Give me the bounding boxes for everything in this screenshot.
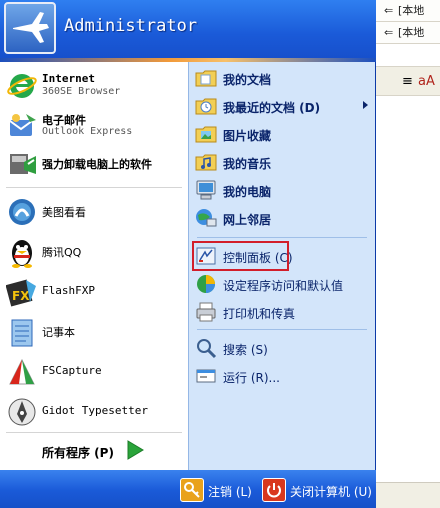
program-defaults-item[interactable]: 设定程序访问和默认值: [189, 270, 376, 298]
back-arrow-icon: ⇐: [384, 4, 394, 17]
uninstaller-icon: [10, 154, 36, 174]
fscapture-icon: [9, 358, 35, 385]
typesetter-icon: [8, 398, 36, 426]
recent-fscapture[interactable]: FSCapture: [0, 352, 188, 392]
control-panel-item[interactable]: 控制面板 (C): [189, 241, 376, 271]
airplane-icon: [13, 12, 49, 43]
font-icon[interactable]: aA: [418, 74, 435, 89]
ie-icon: [7, 74, 37, 98]
run-icon: [196, 369, 216, 383]
recent-flashfxp[interactable]: FX FlashFXP: [0, 272, 188, 312]
outlook-icon: [9, 114, 36, 136]
recent-qq[interactable]: 腾讯QQ: [0, 232, 188, 272]
recent-typesetter[interactable]: Gidot Typesetter: [0, 392, 188, 432]
user-header: Administrator: [0, 0, 376, 58]
submenu-arrow-icon: [363, 101, 368, 109]
pinned-email[interactable]: 电子邮件 Outlook Express: [0, 106, 188, 146]
place-my-music[interactable]: 我的音乐: [189, 148, 376, 176]
network-places-icon: [196, 209, 217, 227]
programs-pane: Internet 360SE Browser 电子邮件 Outlook Expr…: [0, 62, 188, 470]
my-music-icon: [195, 154, 217, 171]
place-my-documents[interactable]: 我的文档: [189, 64, 376, 92]
meitu-icon: [9, 199, 35, 225]
format-icon[interactable]: ≡: [402, 74, 413, 89]
place-my-computer[interactable]: 我的电脑: [189, 176, 376, 204]
my-pictures-icon: [195, 126, 217, 143]
printers-item[interactable]: 打印机和传真: [189, 298, 376, 326]
pinned-internet[interactable]: Internet 360SE Browser: [0, 66, 188, 106]
my-computer-icon: [196, 180, 216, 200]
all-programs-button[interactable]: 所有程序 (P): [0, 432, 188, 470]
recent-notepad[interactable]: 记事本: [0, 312, 188, 352]
svg-text:FX: FX: [12, 289, 30, 303]
place-recent-documents[interactable]: 我最近的文档 (D): [189, 92, 376, 120]
user-avatar[interactable]: [4, 2, 56, 54]
key-icon: [180, 478, 204, 502]
program-defaults-icon: [197, 275, 215, 293]
background-window: ⇐ [本地 ⇐ [本地 ≡ aA: [376, 0, 440, 508]
run-item[interactable]: 运行 (R)...: [189, 362, 376, 390]
my-documents-icon: [195, 70, 217, 87]
shutdown-button[interactable]: 关闭计算机 (U): [262, 478, 372, 502]
address-row[interactable]: ⇐ [本地: [376, 0, 440, 22]
background-statusbar: [376, 482, 440, 508]
green-arrow-icon: [127, 440, 144, 460]
qq-penguin-icon: [12, 240, 32, 268]
places-pane: 我的文档 我最近的文档 (D) 图片收藏 我的音乐 我的电脑 网上邻居 控制面板…: [188, 62, 375, 470]
places-separator: [197, 237, 367, 238]
logoff-button[interactable]: 注销 (L): [180, 478, 252, 502]
address-row[interactable]: ⇐ [本地: [376, 22, 440, 44]
search-item[interactable]: 搜索 (S): [189, 334, 376, 362]
power-icon: [262, 478, 286, 502]
background-toolbar: ≡ aA: [376, 66, 440, 96]
user-name: Administrator: [64, 16, 198, 36]
tools-separator: [197, 329, 367, 330]
control-panel-icon: [196, 247, 216, 265]
recent-documents-icon: [195, 98, 217, 115]
back-arrow-icon: ⇐: [384, 26, 394, 39]
place-my-pictures[interactable]: 图片收藏: [189, 120, 376, 148]
start-menu-footer: 注销 (L) 关闭计算机 (U): [0, 470, 376, 508]
notepad-icon: [11, 319, 33, 347]
printer-icon: [196, 302, 216, 322]
pinned-separator: [6, 187, 182, 188]
recent-meitu[interactable]: 美图看看: [0, 192, 188, 232]
start-menu: Administrator Internet 360SE Browser 电子邮…: [0, 0, 376, 508]
recent-uninstaller[interactable]: 强力卸载电脑上的软件: [0, 144, 188, 184]
place-network-places[interactable]: 网上邻居: [189, 204, 376, 232]
search-icon: [197, 339, 217, 359]
flashfxp-icon: FX: [6, 279, 36, 307]
